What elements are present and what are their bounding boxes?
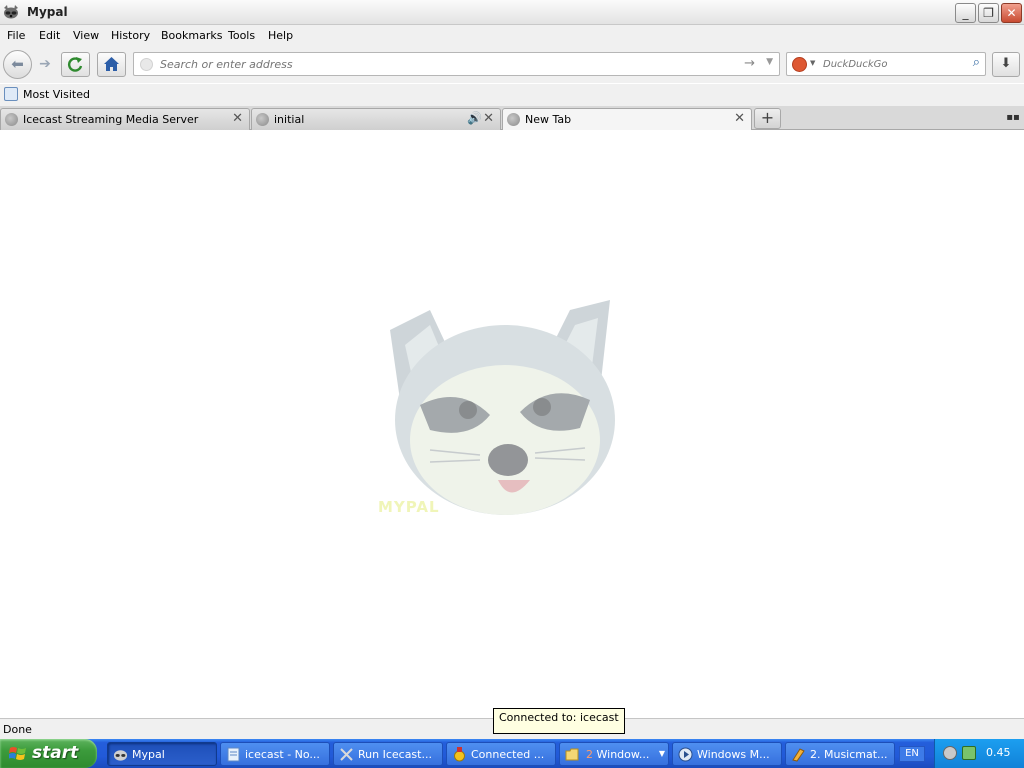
- close-window-button[interactable]: ✕: [1001, 3, 1022, 23]
- minimize-icon: _: [962, 6, 969, 20]
- start-label: start: [32, 743, 79, 763]
- tab-strip: Icecast Streaming Media Server ✕ initial…: [0, 106, 1024, 131]
- taskbar-item-musicmatch[interactable]: 2. Musicmat...: [785, 742, 895, 766]
- taskbar-item-label: Connected ...: [471, 748, 545, 761]
- arrow-right-icon: ➔: [39, 56, 51, 72]
- taskbar-item-label: 2 Window...: [586, 748, 649, 761]
- taskbar-item-label: 2. Musicmat...: [810, 748, 888, 761]
- taskbar-item-windows-group[interactable]: 2 Window... ▼: [559, 742, 669, 766]
- search-bar[interactable]: ▼ ⌕: [786, 52, 986, 76]
- tab-close-icon[interactable]: ✕: [232, 111, 243, 126]
- bookmarks-toolbar: Most Visited: [0, 84, 1024, 106]
- engine-dropdown-icon[interactable]: ▼: [810, 59, 815, 67]
- globe-icon: [256, 113, 269, 126]
- close-icon: ✕: [1006, 6, 1017, 20]
- back-button[interactable]: ⬅: [3, 50, 32, 79]
- go-arrow-icon[interactable]: →: [744, 56, 755, 71]
- start-button[interactable]: start: [0, 739, 97, 768]
- raccoon-icon: [4, 5, 18, 19]
- system-tray: 0.45: [934, 739, 1024, 768]
- back-forward-group: ➔ ⬅: [3, 50, 58, 79]
- list-all-tabs-icon[interactable]: ▪▪: [1006, 112, 1020, 124]
- reload-icon: [68, 57, 83, 72]
- title-bar: Mypal _ ❐ ✕: [0, 0, 1024, 25]
- folder-icon: [565, 748, 579, 761]
- language-indicator[interactable]: EN: [899, 746, 925, 762]
- windows-logo-icon: [9, 747, 26, 760]
- menu-file[interactable]: File: [7, 29, 25, 42]
- media-player-icon: [678, 747, 693, 762]
- chevron-down-icon: ▼: [658, 749, 665, 758]
- raccoon-logo: [390, 300, 615, 515]
- globe-icon: [5, 113, 18, 126]
- taskbar-item-label: Mypal: [132, 748, 165, 761]
- network-icon[interactable]: [962, 746, 976, 760]
- tab-close-icon[interactable]: ✕: [483, 111, 494, 126]
- group-count-badge: 2: [586, 748, 593, 761]
- speaker-icon[interactable]: 🔊: [467, 111, 482, 125]
- taskbar-item-label: Windows M...: [697, 748, 770, 761]
- musicmatch-icon: [792, 748, 805, 762]
- bookmark-most-visited[interactable]: Most Visited: [23, 88, 90, 101]
- taskbar-item-label: Run Icecast...: [358, 748, 432, 761]
- most-visited-icon: [4, 87, 18, 101]
- duckduckgo-icon[interactable]: [792, 57, 807, 72]
- tab-icecast[interactable]: Icecast Streaming Media Server ✕: [0, 108, 250, 130]
- notepad-icon: [227, 747, 240, 762]
- status-text: Done: [3, 723, 32, 736]
- menu-help[interactable]: Help: [268, 29, 293, 42]
- taskbar: start Mypal icecast - No... Run Icecast.…: [0, 739, 1024, 768]
- taskbar-item-windows-media[interactable]: Windows M...: [672, 742, 782, 766]
- minimize-button[interactable]: _: [955, 3, 976, 23]
- history-dropdown-icon[interactable]: ▼: [766, 57, 773, 67]
- tab-label: New Tab: [525, 113, 572, 126]
- menu-tools[interactable]: Tools: [228, 29, 255, 42]
- group-label: Window...: [596, 748, 650, 761]
- restore-button[interactable]: ❐: [978, 3, 999, 23]
- taskbar-item-run-icecast[interactable]: Run Icecast...: [333, 742, 443, 766]
- downloads-button[interactable]: ⬇: [992, 52, 1020, 77]
- site-identity-icon[interactable]: [140, 58, 153, 71]
- download-arrow-icon: ⬇: [1000, 56, 1012, 71]
- tab-label: Icecast Streaming Media Server: [23, 113, 199, 126]
- navigation-toolbar: ➔ ⬅ → ▼ ▼ ⌕ ⬇: [0, 47, 1024, 83]
- tab-initial[interactable]: initial 🔊 ✕: [251, 108, 501, 130]
- logo-text: MYPAL: [378, 498, 440, 516]
- search-icon[interactable]: ⌕: [973, 55, 980, 70]
- tools-icon: [340, 748, 353, 761]
- tab-close-icon[interactable]: ✕: [734, 111, 745, 126]
- taskbar-tooltip: Connected to: icecast: [493, 708, 625, 734]
- arrow-left-icon: ⬅: [11, 55, 24, 73]
- search-input[interactable]: [823, 56, 963, 72]
- menu-bookmarks[interactable]: Bookmarks: [161, 29, 222, 42]
- medal-icon: [454, 747, 465, 762]
- tray-app-icon[interactable]: [943, 746, 957, 760]
- menu-edit[interactable]: Edit: [39, 29, 60, 42]
- new-tab-button[interactable]: +: [754, 108, 781, 129]
- forward-button[interactable]: ➔: [33, 55, 57, 74]
- home-button[interactable]: [97, 52, 126, 77]
- window-title: Mypal: [27, 5, 68, 19]
- taskbar-item-notepad[interactable]: icecast - No...: [220, 742, 330, 766]
- taskbar-item-label: icecast - No...: [245, 748, 320, 761]
- tab-new-tab[interactable]: New Tab ✕: [502, 108, 752, 131]
- address-bar[interactable]: → ▼: [133, 52, 780, 76]
- restore-icon: ❐: [983, 6, 994, 20]
- taskbar-item-connected[interactable]: Connected ...: [446, 742, 556, 766]
- address-input[interactable]: [160, 56, 730, 72]
- home-icon: [104, 57, 119, 71]
- reload-button[interactable]: [61, 52, 90, 77]
- taskbar-item-mypal[interactable]: Mypal: [107, 742, 217, 766]
- menu-bar: File Edit View History Bookmarks Tools H…: [0, 25, 1024, 47]
- tab-label: initial: [274, 113, 305, 126]
- menu-view[interactable]: View: [73, 29, 99, 42]
- menu-history[interactable]: History: [111, 29, 150, 42]
- globe-icon: [507, 113, 520, 126]
- raccoon-icon: [113, 750, 128, 761]
- clock[interactable]: 0.45: [986, 746, 1011, 759]
- plus-icon: +: [760, 108, 775, 127]
- page-content: MYPAL: [0, 130, 1024, 717]
